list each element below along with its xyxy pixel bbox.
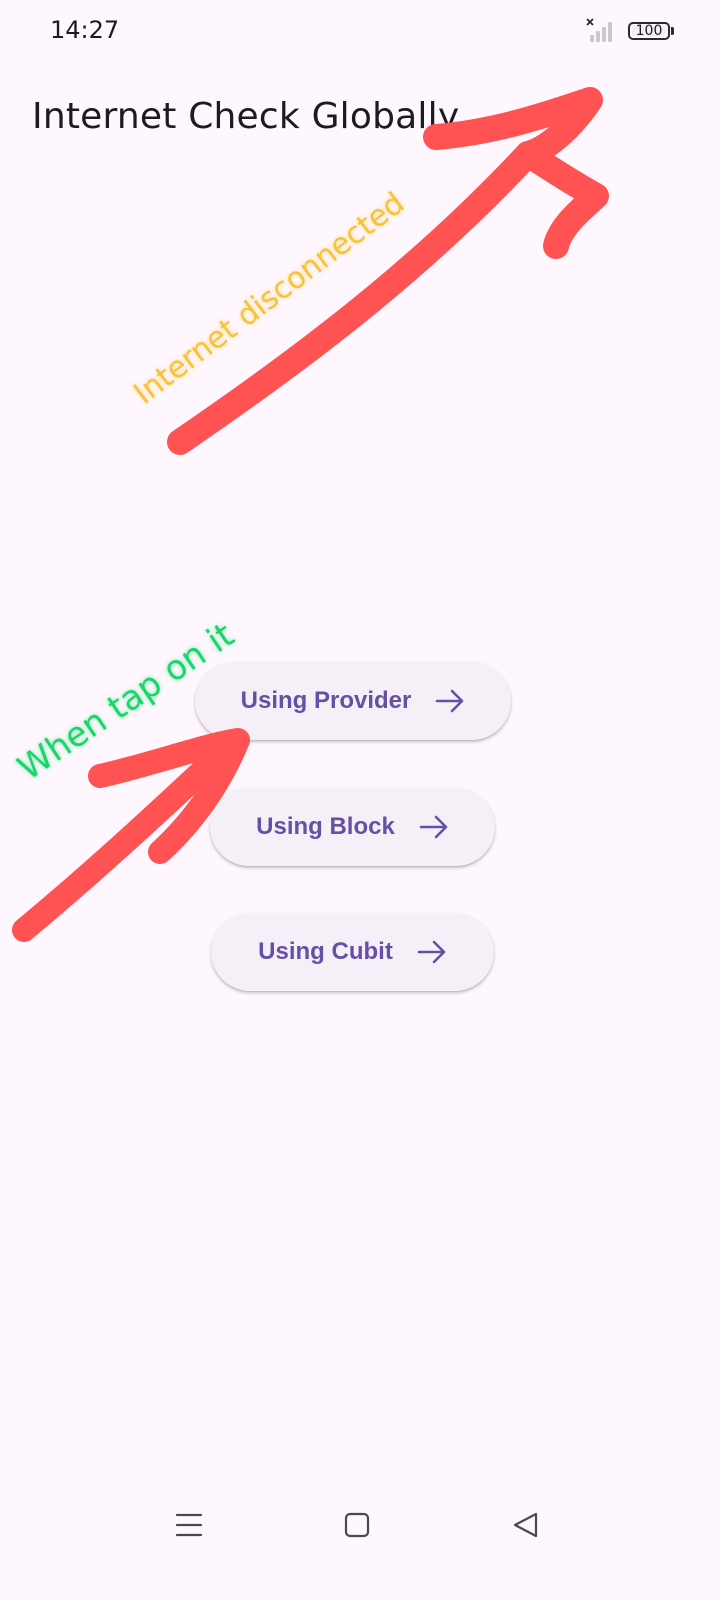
home-square-icon[interactable] [344, 1512, 370, 1543]
back-triangle-icon[interactable] [512, 1511, 538, 1544]
signal-off-icon [586, 18, 614, 42]
status-time: 14:27 [50, 16, 120, 44]
using-cubit-button[interactable]: Using Cubit [211, 913, 494, 991]
arrow-right-icon [419, 815, 449, 839]
using-block-button[interactable]: Using Block [210, 788, 495, 866]
menu-icon[interactable] [175, 1512, 203, 1543]
using-block-label: Using Block [256, 813, 395, 840]
using-cubit-label: Using Cubit [258, 938, 393, 965]
battery-icon: 100 [628, 22, 670, 40]
arrow-right-icon [435, 689, 465, 713]
page-title: Internet Check Globally [32, 96, 460, 137]
using-provider-label: Using Provider [240, 687, 412, 714]
using-provider-button[interactable]: Using Provider [195, 662, 511, 740]
internet-disconnected-note: Internet disconnected [127, 185, 412, 412]
arrow-right-icon [417, 940, 447, 964]
screen: 14:27 100 Internet Check Globally Using … [0, 0, 720, 1600]
battery-nub [671, 27, 674, 35]
battery-level: 100 [635, 23, 663, 39]
